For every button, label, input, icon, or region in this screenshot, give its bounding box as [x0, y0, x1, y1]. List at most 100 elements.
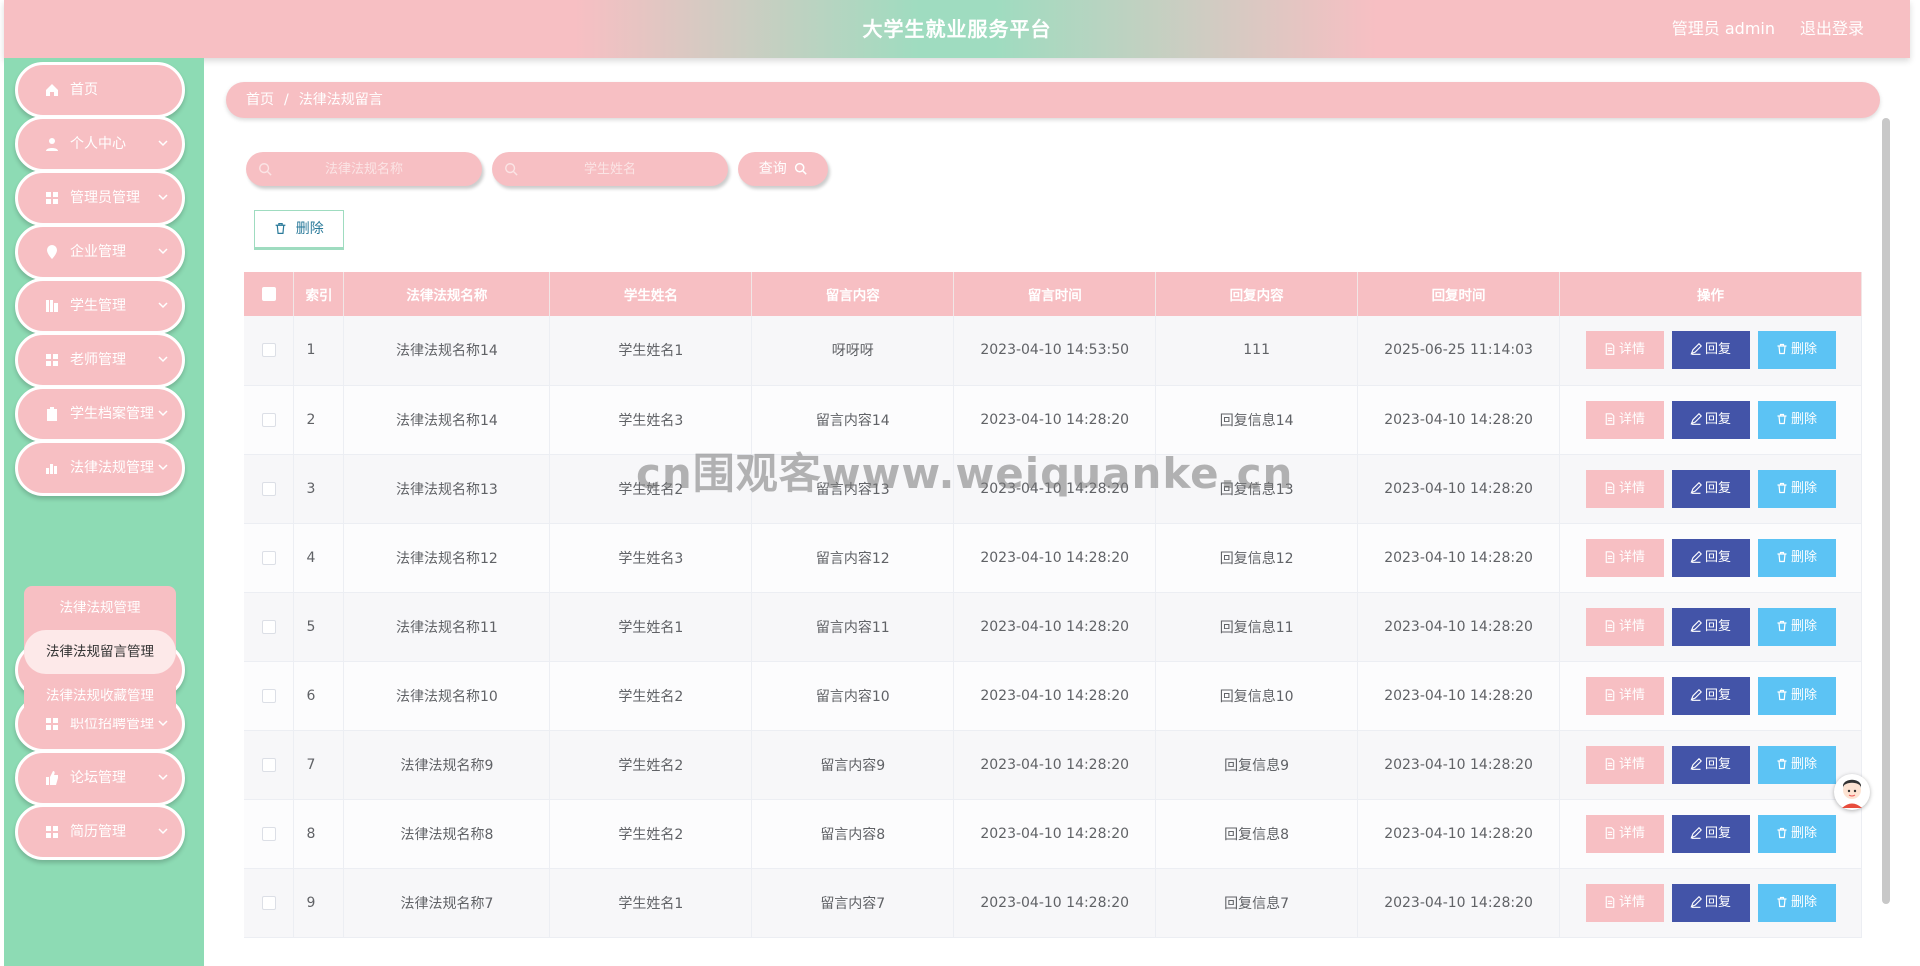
search-student-name[interactable] — [492, 152, 728, 186]
table-row[interactable]: 3 法律法规名称13 学生姓名2 留言内容13 2023-04-10 14:28:20 回… — [244, 454, 1862, 524]
row-checkbox[interactable] — [261, 343, 276, 358]
grid-icon — [46, 718, 58, 730]
cell-time: 2023-04-10 14:53:50 — [953, 316, 1157, 386]
query-button[interactable]: 查询 — [738, 152, 828, 186]
detail-button[interactable]: 详情 — [1585, 400, 1664, 439]
delete-button[interactable]: 删除 — [1757, 607, 1836, 646]
reply-button[interactable]: 回复 — [1671, 469, 1750, 508]
table-row[interactable]: 1 法律法规名称14 学生姓名1 呀呀呀 2023-04-10 14:53:50 111 2… — [244, 316, 1862, 386]
chevron-down-icon — [158, 248, 168, 255]
delete-button[interactable]: 删除 — [1757, 676, 1836, 715]
sidebar-item-1[interactable]: 个人中心 — [15, 116, 185, 172]
select-all-checkbox[interactable] — [261, 287, 276, 301]
delete-label: 删除 — [1791, 411, 1818, 427]
sidebar-item-0[interactable]: 首页 — [15, 62, 185, 118]
detail-button[interactable]: 详情 — [1585, 469, 1664, 508]
search-icon — [259, 163, 272, 176]
student-name-input[interactable] — [492, 152, 728, 186]
cell-actions: 详情 回复 删除 — [1559, 868, 1862, 938]
delete-button[interactable]: 删除 — [1757, 883, 1836, 922]
delete-button[interactable]: 删除 — [1757, 814, 1836, 853]
batch-delete-button[interactable]: 删除 — [254, 210, 344, 250]
detail-button[interactable]: 详情 — [1585, 607, 1664, 646]
table-row[interactable]: 6 法律法规名称10 学生姓名2 留言内容10 2023-04-10 14:28:20 回… — [244, 661, 1862, 731]
table-row[interactable]: 8 法律法规名称8 学生姓名2 留言内容8 2023-04-10 14:28:20 回复信… — [244, 799, 1862, 869]
detail-button[interactable]: 详情 — [1585, 745, 1664, 784]
detail-button[interactable]: 详情 — [1585, 676, 1664, 715]
detail-button[interactable]: 详情 — [1585, 331, 1664, 370]
sidebar-item-6[interactable]: 学生档案管理 — [15, 386, 185, 442]
detail-button[interactable]: 详情 — [1585, 814, 1664, 853]
reply-button[interactable]: 回复 — [1671, 814, 1750, 853]
sidebar: 首页个人中心管理员管理企业管理学生管理老师管理学生档案管理法律法规管理就业分析管… — [4, 58, 204, 966]
row-checkbox[interactable] — [261, 550, 276, 565]
row-checkbox[interactable] — [261, 481, 276, 496]
row-checkbox[interactable] — [261, 412, 276, 427]
delete-label: 删除 — [1791, 894, 1818, 910]
search-legal-name[interactable] — [246, 152, 482, 186]
cell-reply-time: 2023-04-10 14:28:20 — [1357, 592, 1561, 662]
table-row[interactable]: 9 法律法规名称7 学生姓名1 留言内容7 2023-04-10 14:28:20 回复信… — [244, 868, 1862, 938]
cell-time: 2023-04-10 14:28:20 — [953, 385, 1157, 455]
delete-button[interactable]: 删除 — [1757, 400, 1836, 439]
chevron-down-icon — [158, 302, 168, 309]
sidebar-item-label: 管理员管理 — [70, 190, 140, 206]
submenu-item-legal-favorites[interactable]: 法律法规收藏管理 — [24, 674, 176, 718]
avatar-icon — [1842, 779, 1862, 808]
sidebar-item-3[interactable]: 企业管理 — [15, 224, 185, 280]
row-checkbox[interactable] — [261, 757, 276, 772]
delete-button[interactable]: 删除 — [1757, 538, 1836, 577]
row-checkbox[interactable] — [261, 688, 276, 703]
chevron-down-icon — [158, 194, 168, 201]
table-row[interactable]: 7 法律法规名称9 学生姓名2 留言内容9 2023-04-10 14:28:20 回复信… — [244, 730, 1862, 800]
cell-content: 留言内容12 — [751, 523, 955, 593]
delete-button[interactable]: 删除 — [1757, 745, 1836, 784]
reply-button[interactable]: 回复 — [1671, 883, 1750, 922]
cell-reply: 回复信息12 — [1155, 523, 1359, 593]
delete-label: 删除 — [1791, 549, 1818, 565]
cell-index: 2 — [293, 385, 345, 455]
reply-button[interactable]: 回复 — [1671, 331, 1750, 370]
reply-button[interactable]: 回复 — [1671, 745, 1750, 784]
sidebar-item-11[interactable]: 简历管理 — [15, 804, 185, 860]
sidebar-item-7[interactable]: 法律法规管理 — [15, 440, 185, 496]
cell-student: 学生姓名1 — [549, 868, 753, 938]
assistant-avatar[interactable] — [1834, 774, 1870, 810]
reply-button[interactable]: 回复 — [1671, 607, 1750, 646]
trash-icon — [275, 223, 286, 234]
row-checkbox[interactable] — [261, 619, 276, 634]
cell-time: 2023-04-10 14:28:20 — [953, 868, 1157, 938]
col-content: 留言内容 — [751, 272, 955, 316]
reply-button[interactable]: 回复 — [1671, 538, 1750, 577]
trash-icon — [1777, 689, 1787, 700]
detail-button[interactable]: 详情 — [1585, 538, 1664, 577]
reply-button[interactable]: 回复 — [1671, 676, 1750, 715]
trash-icon — [1777, 413, 1787, 424]
breadcrumb-home[interactable]: 首页 — [246, 92, 274, 108]
row-checkbox[interactable] — [261, 826, 276, 841]
table-row[interactable]: 5 法律法规名称11 学生姓名1 留言内容11 2023-04-10 14:28:20 回… — [244, 592, 1862, 662]
table-row[interactable]: 2 法律法规名称14 学生姓名3 留言内容14 2023-04-10 14:28:20 回… — [244, 385, 1862, 455]
sidebar-item-10[interactable]: 论坛管理 — [15, 750, 185, 806]
trash-icon — [1777, 551, 1787, 562]
reply-button[interactable]: 回复 — [1671, 400, 1750, 439]
logout-link[interactable]: 退出登录 — [1800, 0, 1864, 58]
delete-label: 删除 — [1791, 687, 1818, 703]
delete-button[interactable]: 删除 — [1757, 469, 1836, 508]
grid-icon — [46, 192, 58, 204]
trash-icon — [1777, 344, 1787, 355]
submenu-item-legal-messages[interactable]: 法律法规留言管理 — [24, 630, 176, 674]
table-row[interactable]: 4 法律法规名称12 学生姓名3 留言内容12 2023-04-10 14:28:20 回… — [244, 523, 1862, 593]
delete-button[interactable]: 删除 — [1757, 331, 1836, 370]
submenu-item-legal[interactable]: 法律法规管理 — [24, 586, 176, 630]
detail-button[interactable]: 详情 — [1585, 883, 1664, 922]
sidebar-item-4[interactable]: 学生管理 — [15, 278, 185, 334]
trash-icon — [1777, 620, 1787, 631]
legal-name-input[interactable] — [246, 152, 482, 186]
vertical-scrollbar[interactable] — [1882, 118, 1890, 904]
row-checkbox[interactable] — [261, 895, 276, 910]
cell-student: 学生姓名3 — [549, 385, 753, 455]
cell-reply: 回复信息10 — [1155, 661, 1359, 731]
sidebar-item-5[interactable]: 老师管理 — [15, 332, 185, 388]
sidebar-item-2[interactable]: 管理员管理 — [15, 170, 185, 226]
